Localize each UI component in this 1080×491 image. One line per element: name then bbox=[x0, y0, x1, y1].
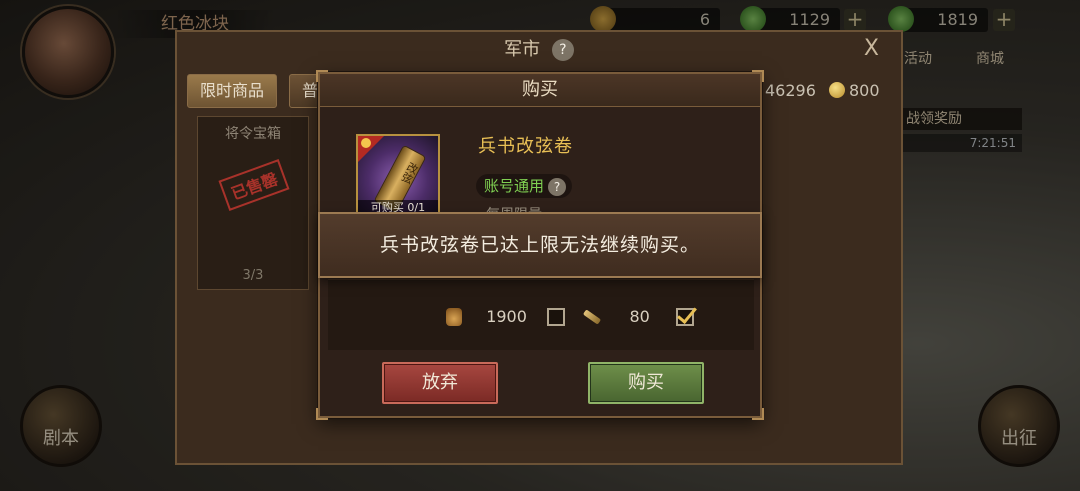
limit-reached-toast: 兵书改弦卷已达上限无法继续购买。 bbox=[318, 212, 762, 278]
coin-icon bbox=[829, 82, 845, 98]
currency-a: 46296 bbox=[765, 81, 816, 100]
market-title-bar: 军市 ? bbox=[177, 34, 901, 66]
bg-item-card-title: 将令宝箱 bbox=[225, 126, 281, 142]
pay-money-checkbox[interactable] bbox=[547, 307, 566, 326]
close-icon[interactable]: X bbox=[864, 36, 879, 62]
tab-limited-items[interactable]: 限时商品 bbox=[187, 74, 278, 108]
frame-corner-ornament bbox=[316, 408, 328, 420]
market-title: 军市 bbox=[504, 39, 541, 60]
item-icon-frame[interactable]: 改弦 可购买 0/1 bbox=[356, 134, 440, 218]
item-name: 兵书改弦卷 bbox=[478, 136, 573, 157]
currency-b-value: 800 bbox=[849, 81, 880, 100]
money-bag-icon bbox=[446, 307, 462, 326]
bg-item-card[interactable]: 将令宝箱 已售罄 3/3 bbox=[197, 116, 309, 290]
blade-token-icon bbox=[583, 308, 602, 325]
bg-item-card-count: 3/3 bbox=[242, 268, 264, 283]
currency-b: 800 bbox=[829, 80, 880, 102]
person-icon bbox=[361, 138, 371, 148]
price-row: 1900 80 bbox=[446, 304, 695, 328]
price-area: 1900 80 bbox=[328, 279, 754, 350]
market-help-icon[interactable]: ? bbox=[551, 39, 574, 61]
sold-out-stamp: 已售罄 bbox=[218, 159, 290, 211]
abandon-button[interactable]: 放弃 bbox=[382, 362, 498, 404]
price-blade-value: 80 bbox=[629, 306, 650, 326]
account-shared-label: 账号通用 bbox=[484, 177, 545, 195]
price-money-value: 1900 bbox=[486, 306, 527, 326]
scroll-text: 改弦 bbox=[398, 159, 421, 186]
pay-blade-checkbox[interactable] bbox=[676, 307, 695, 326]
frame-corner-ornament bbox=[752, 408, 764, 420]
account-help-icon[interactable]: ? bbox=[548, 177, 567, 196]
buy-button[interactable]: 购买 bbox=[588, 362, 704, 404]
purchase-dialog-title: 购买 bbox=[320, 74, 760, 107]
account-shared-tag: 账号通用? bbox=[476, 174, 573, 198]
